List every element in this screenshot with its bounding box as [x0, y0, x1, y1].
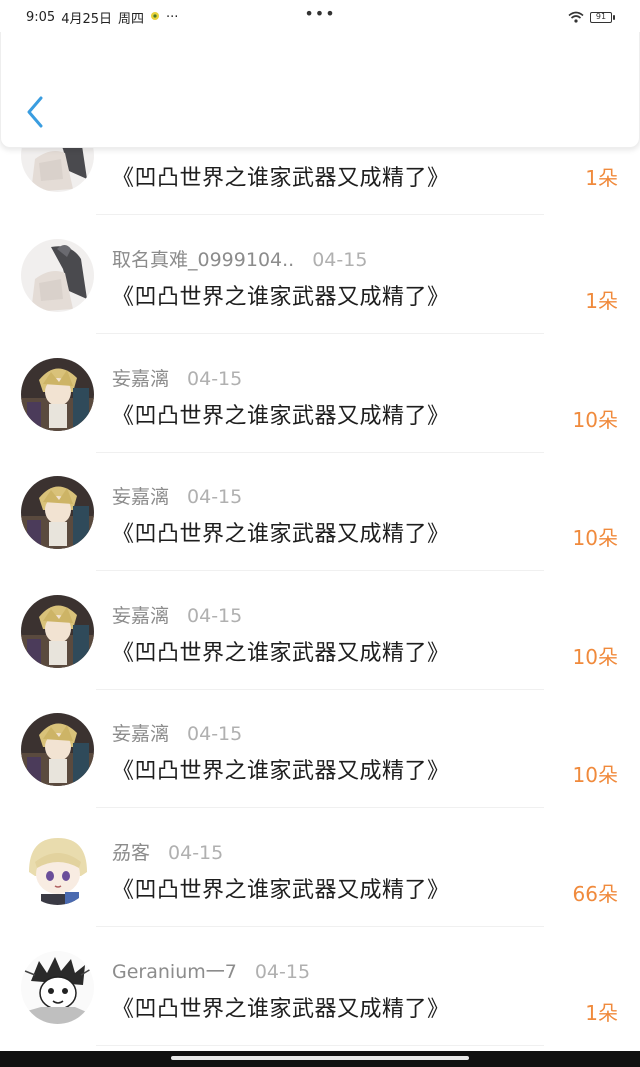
item-title: 《凹凸世界之谁家武器又成精了》 [112, 166, 450, 191]
item-meta: 妄嘉漓 04-15 [112, 601, 242, 628]
avatar[interactable] [21, 713, 94, 787]
user-name[interactable]: 刕客 [112, 842, 150, 864]
battery-icon: 91 [590, 12, 615, 23]
item-title: 《凹凸世界之谁家武器又成精了》 [112, 996, 450, 1022]
item-title: 《凹凸世界之谁家武器又成精了》 [112, 522, 450, 548]
avatar[interactable] [21, 239, 94, 312]
item-date: 04-15 [187, 604, 243, 627]
list-item[interactable]: 《凹凸世界之谁家武器又成精了》 10朵 妄嘉漓 04-15 [0, 476, 640, 595]
gift-count: 1朵 [585, 1000, 618, 1025]
divider [96, 688, 544, 690]
item-meta: 刕客 04-15 [112, 838, 223, 865]
list-item[interactable]: 《凹凸世界之谁家武器又成精了》 10朵 妄嘉漓 04-15 [0, 594, 640, 714]
item-title: 《凹凸世界之谁家武器又成精了》 [112, 759, 450, 785]
gift-count: 1朵 [585, 166, 618, 190]
gift-count: 1朵 [585, 289, 618, 313]
avatar[interactable] [21, 832, 94, 905]
divider [96, 214, 544, 215]
list-item[interactable]: 《凹凸世界之谁家武器又成精了》 1朵 [0, 119, 640, 251]
item-meta: 妄嘉漓 04-15 [112, 364, 242, 391]
status-weekday: 周四 [118, 12, 145, 27]
user-name[interactable]: 取名真难_0999104.. [112, 249, 294, 271]
status-date: 4月25日 [61, 12, 113, 27]
top-header [0, 32, 640, 148]
divider [96, 570, 544, 572]
gift-count: 66朵 [572, 882, 618, 906]
gift-count: 10朵 [572, 526, 618, 551]
gift-count: 10朵 [572, 763, 618, 788]
gift-count: 10朵 [572, 407, 618, 432]
user-name[interactable]: 妄嘉漓 [112, 605, 169, 627]
status-bar: 9:05 4月25日 周四 ··· ••• 91 [0, 0, 640, 32]
item-date: 04-15 [187, 723, 243, 746]
item-date: 04-15 [254, 960, 311, 983]
avatar[interactable] [21, 357, 94, 431]
back-button[interactable] [21, 92, 53, 132]
item-date: 04-15 [187, 367, 243, 390]
divider [96, 333, 544, 334]
divider [96, 1044, 544, 1046]
item-title: 《凹凸世界之谁家武器又成精了》 [112, 640, 450, 666]
user-name[interactable]: 妄嘉漓 [112, 486, 169, 508]
status-right: 91 [568, 8, 615, 27]
user-name[interactable]: Geranium一7 [112, 961, 237, 983]
item-meta: 妄嘉漓 04-15 [112, 482, 242, 509]
item-meta: 妄嘉漓 04-15 [112, 719, 242, 746]
list-item[interactable]: 《凹凸世界之谁家武器又成精了》 1朵 取名真难_0999104.. 04-15 [0, 239, 640, 358]
user-name[interactable]: 妄嘉漓 [112, 723, 169, 745]
item-title: 《凹凸世界之谁家武器又成精了》 [112, 403, 450, 429]
item-date: 04-15 [168, 842, 224, 864]
list-item[interactable]: 《凹凸世界之谁家武器又成精了》 1朵 Geranium一7 04-15 [0, 950, 640, 1067]
list-item[interactable]: 《凹凸世界之谁家武器又成精了》 10朵 妄嘉漓 04-15 [0, 357, 640, 477]
avatar[interactable] [21, 950, 94, 1024]
avatar[interactable] [21, 476, 94, 550]
avatar[interactable] [21, 594, 94, 668]
item-title: 《凹凸世界之谁家武器又成精了》 [112, 285, 450, 310]
item-date: 04-15 [187, 486, 243, 509]
status-left: 9:05 4月25日 周四 ··· [26, 8, 178, 27]
list-item[interactable]: 《凹凸世界之谁家武器又成精了》 66朵 刕客 04-15 [0, 832, 640, 951]
status-more: ··· [166, 10, 179, 25]
home-indicator[interactable] [171, 1056, 469, 1060]
gift-count: 10朵 [572, 644, 618, 669]
divider [96, 451, 544, 453]
status-time: 9:05 [26, 10, 56, 25]
item-date: 04-15 [312, 249, 368, 271]
user-name[interactable]: 妄嘉漓 [112, 368, 169, 390]
item-meta: 取名真难_0999104.. 04-15 [112, 245, 367, 272]
item-meta: Geranium一7 04-15 [112, 957, 310, 984]
multitask-dots[interactable]: ••• [304, 4, 335, 23]
wifi-icon [568, 8, 584, 27]
chevron-left-icon [21, 96, 53, 136]
item-title: 《凹凸世界之谁家武器又成精了》 [112, 878, 450, 903]
system-nav-bar [0, 1051, 640, 1067]
divider [96, 807, 544, 809]
list-item[interactable]: 《凹凸世界之谁家武器又成精了》 10朵 妄嘉漓 04-15 [0, 713, 640, 832]
notification-icon [150, 10, 160, 25]
divider [96, 926, 544, 927]
